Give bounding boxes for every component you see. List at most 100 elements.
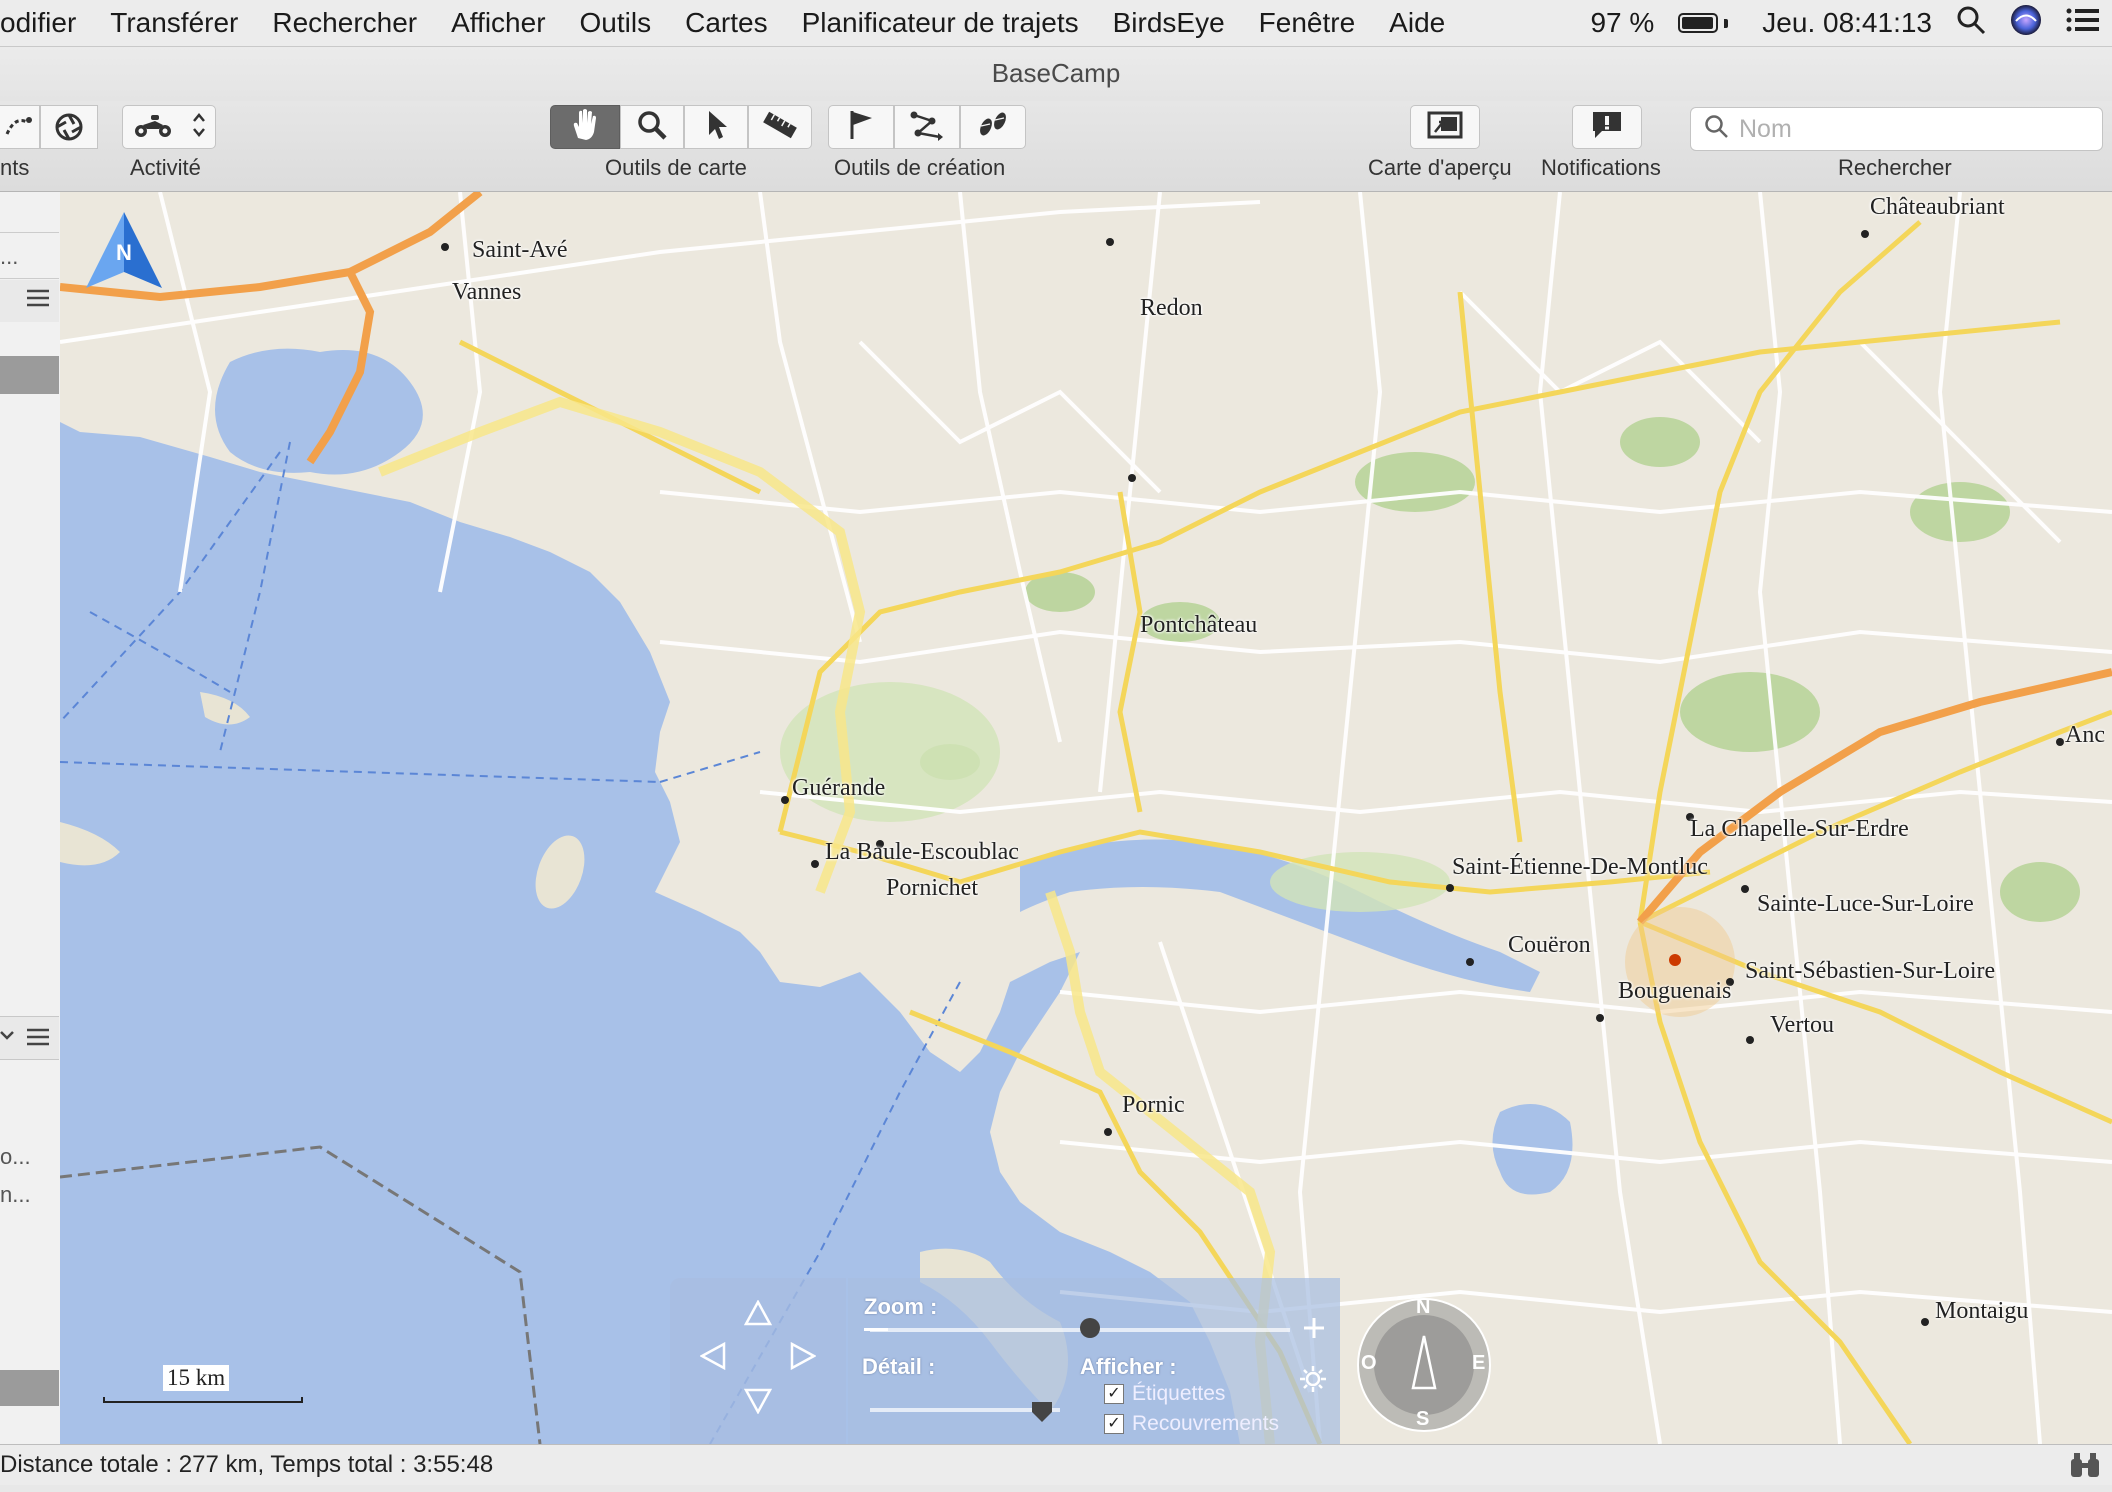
overview-map-icon bbox=[1427, 110, 1463, 145]
overlays-checkbox[interactable]: ✓ Recouvrements bbox=[1104, 1412, 1279, 1436]
place-label[interactable]: Guérande bbox=[792, 775, 885, 802]
ruler-icon bbox=[762, 110, 798, 145]
detail-slider-thumb[interactable] bbox=[1030, 1400, 1054, 1429]
place-label[interactable]: Montaigu bbox=[1935, 1298, 2028, 1325]
place-label[interactable]: Châteaubriant bbox=[1870, 194, 2005, 221]
pan-down-icon[interactable] bbox=[743, 1388, 773, 1419]
zoom-out-icon[interactable] bbox=[864, 1328, 888, 1331]
chevron-down-icon[interactable] bbox=[0, 1023, 16, 1052]
route-summary: Distance totale : 277 km, Temps total : … bbox=[0, 1451, 494, 1478]
activity-selector[interactable] bbox=[122, 105, 216, 149]
place-label[interactable]: Vannes bbox=[452, 279, 521, 306]
motorcycle-icon bbox=[133, 111, 173, 144]
route-icon bbox=[910, 109, 944, 146]
compass-control[interactable]: N E S O bbox=[1355, 1296, 1493, 1434]
battery-icon[interactable] bbox=[1678, 13, 1729, 33]
place-label[interactable]: Couëron bbox=[1508, 932, 1591, 959]
menu-birdseye[interactable]: BirdsEye bbox=[1096, 7, 1242, 39]
compass-east: E bbox=[1472, 1352, 1486, 1374]
place-label[interactable]: La Chapelle-Sur-Erdre bbox=[1690, 816, 1909, 843]
labels-checkbox[interactable]: ✓ Étiquettes bbox=[1104, 1382, 1225, 1406]
pan-tool-button[interactable] bbox=[550, 105, 620, 149]
partial-tool-button[interactable] bbox=[0, 105, 40, 149]
library-sidebar: ... o... n... bbox=[0, 192, 61, 1444]
activity-label: Activité bbox=[130, 155, 201, 180]
siri-icon[interactable] bbox=[2010, 4, 2042, 43]
hand-icon bbox=[570, 108, 600, 147]
search-icon bbox=[1703, 113, 1729, 146]
create-route-button[interactable] bbox=[894, 105, 960, 149]
sidebar-selected-row[interactable] bbox=[0, 356, 59, 394]
menu-window[interactable]: Fenêtre bbox=[1242, 7, 1373, 39]
menu-view[interactable]: Afficher bbox=[434, 7, 562, 39]
map-view[interactable]: Châteaubriant Saint-Avé Vannes Redon Pon… bbox=[60, 192, 2112, 1444]
notifications-button[interactable] bbox=[1572, 105, 1642, 149]
place-label[interactable]: Vertou bbox=[1770, 1012, 1834, 1039]
sidebar-section-header bbox=[0, 1016, 59, 1060]
detail-label: Détail : bbox=[862, 1354, 936, 1379]
menu-clock[interactable]: Jeu. 08:41:13 bbox=[1762, 7, 1932, 39]
place-label[interactable]: Saint-Étienne-De-Montluc bbox=[1452, 854, 1708, 881]
pan-controls bbox=[670, 1278, 846, 1444]
place-label[interactable]: Sainte-Luce-Sur-Loire bbox=[1757, 891, 1974, 918]
scale-label: 15 km bbox=[163, 1365, 230, 1391]
place-label[interactable]: Pornichet bbox=[886, 875, 978, 902]
menu-edit[interactable]: odifier bbox=[0, 7, 93, 39]
place-label[interactable]: Saint-Avé bbox=[472, 237, 568, 264]
place-label[interactable]: Bouguenais bbox=[1618, 978, 1731, 1005]
place-label[interactable]: Pornic bbox=[1122, 1092, 1185, 1119]
window-title: BaseCamp bbox=[991, 58, 1121, 88]
north-arrow-icon: N bbox=[84, 210, 164, 290]
place-label[interactable]: Saint-Sébastien-Sur-Loire bbox=[1745, 958, 1995, 985]
binoculars-icon[interactable] bbox=[2068, 1451, 2102, 1492]
place-label[interactable]: La Baule-Escoublac bbox=[825, 839, 1019, 866]
measure-tool-button[interactable] bbox=[748, 105, 812, 149]
section-menu-icon[interactable] bbox=[25, 1025, 51, 1054]
list-menu-icon[interactable] bbox=[25, 286, 51, 315]
sidebar-truncated-item[interactable]: ... bbox=[0, 244, 59, 270]
pan-left-icon[interactable] bbox=[699, 1341, 726, 1375]
notifications-label: Notifications bbox=[1541, 155, 1661, 180]
show-label: Afficher : bbox=[1080, 1354, 1177, 1379]
sidebar-list-item[interactable]: o... bbox=[0, 1144, 59, 1170]
place-label[interactable]: Pontchâteau bbox=[1140, 612, 1257, 639]
gear-icon[interactable] bbox=[1298, 1364, 1328, 1399]
arrow-cursor-icon bbox=[703, 109, 729, 146]
overview-map-label: Carte d'aperçu bbox=[1368, 155, 1512, 180]
map-controls-panel: Zoom : Détail : Afficher : ✓ Étiquettes … bbox=[670, 1278, 1340, 1444]
menu-bar: odifier Transférer Rechercher Afficher O… bbox=[0, 0, 2112, 47]
menu-trip-planner[interactable]: Planificateur de trajets bbox=[785, 7, 1096, 39]
menu-help[interactable]: Aide bbox=[1372, 7, 1462, 39]
menu-maps[interactable]: Cartes bbox=[668, 7, 784, 39]
sidebar-list-item[interactable]: n... bbox=[0, 1182, 59, 1208]
create-waypoint-button[interactable] bbox=[828, 105, 894, 149]
menu-tools[interactable]: Outils bbox=[563, 7, 669, 39]
search-placeholder: Nom bbox=[1739, 114, 1792, 143]
sync-icon[interactable] bbox=[40, 105, 98, 149]
map-tools-label: Outils de carte bbox=[605, 155, 747, 180]
pan-up-icon[interactable] bbox=[743, 1299, 773, 1331]
window-titlebar: BaseCamp bbox=[0, 47, 2112, 101]
place-label[interactable]: Redon bbox=[1140, 295, 1203, 322]
battery-percent: 97 % bbox=[1590, 7, 1655, 38]
search-input[interactable]: Nom bbox=[1690, 107, 2103, 151]
menu-find[interactable]: Rechercher bbox=[255, 7, 434, 39]
notification-center-icon[interactable] bbox=[2066, 7, 2100, 40]
compass-south: S bbox=[1416, 1408, 1430, 1430]
compass-north: N bbox=[1416, 1296, 1431, 1318]
sidebar-header bbox=[0, 280, 59, 322]
spotlight-search-icon[interactable] bbox=[1956, 5, 1986, 42]
place-label[interactable]: Anc bbox=[2065, 722, 2105, 749]
zoom-detail-panel: Zoom : Détail : Afficher : ✓ Étiquettes … bbox=[848, 1278, 1340, 1444]
zoom-tool-button[interactable] bbox=[620, 105, 684, 149]
flag-icon bbox=[846, 109, 876, 146]
zoom-label: Zoom : bbox=[864, 1294, 938, 1319]
zoom-slider-thumb[interactable] bbox=[1080, 1318, 1100, 1338]
menu-transfer[interactable]: Transférer bbox=[93, 7, 255, 39]
pan-right-icon[interactable] bbox=[790, 1341, 817, 1375]
create-track-button[interactable] bbox=[960, 105, 1026, 149]
select-tool-button[interactable] bbox=[684, 105, 748, 149]
toolbar: nts Activité Outils de carte Outils de c… bbox=[0, 101, 2112, 192]
overview-map-button[interactable] bbox=[1410, 105, 1480, 149]
zoom-in-icon[interactable] bbox=[1302, 1316, 1326, 1345]
